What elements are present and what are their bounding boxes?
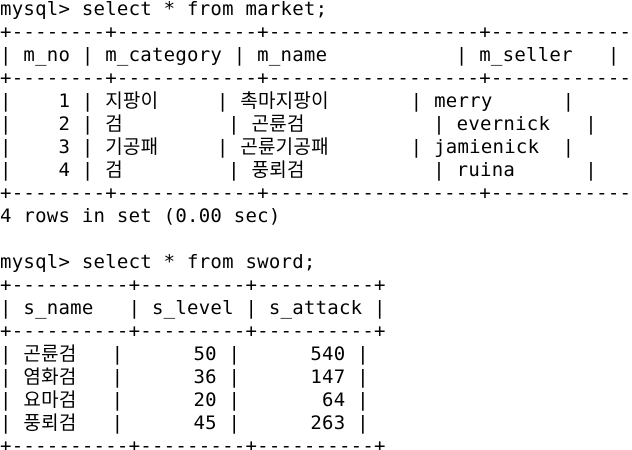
market-table-border-mid: +--------+------------+-----------------…	[0, 67, 632, 89]
sword-table-row: | 풍뢰검 | 45 | 263 |	[0, 412, 369, 434]
sword-table-row: | 염화검 | 36 | 147 |	[0, 366, 369, 388]
sword-table-row: | 요마검 | 20 | 64 |	[0, 389, 369, 411]
market-table-row: | 1 | 지팡이 | 촉마지팡이 | merry |	[0, 90, 575, 112]
sword-table-header: | s_name | s_level | s_attack |	[0, 297, 386, 319]
market-table-row: | 4 | 검 | 풍뢰검 | ruina |	[0, 159, 597, 181]
terminal-window[interactable]: mysql> select * from market; +--------+-…	[0, 0, 632, 450]
market-table-border-top: +--------+------------+-----------------…	[0, 21, 632, 43]
sword-table-border-bottom: +----------+---------+----------+	[0, 435, 386, 450]
market-table-border-bottom: +--------+------------+-----------------…	[0, 182, 632, 204]
market-table-header: | m_no | m_category | m_name | m_seller …	[0, 44, 620, 66]
sword-table-border-mid: +----------+---------+----------+	[0, 320, 386, 342]
sword-query-prompt: mysql> select * from sword;	[0, 251, 316, 273]
market-table-row: | 2 | 검 | 곤륜검 | evernick |	[0, 113, 597, 135]
market-result-summary: 4 rows in set (0.00 sec)	[0, 205, 281, 227]
market-query-prompt: mysql> select * from market;	[0, 0, 328, 20]
sword-table-row: | 곤륜검 | 50 | 540 |	[0, 343, 369, 365]
market-table-row: | 3 | 기공패 | 곤륜기공패 | jamienick |	[0, 136, 575, 158]
sword-table-border-top: +----------+---------+----------+	[0, 274, 386, 296]
